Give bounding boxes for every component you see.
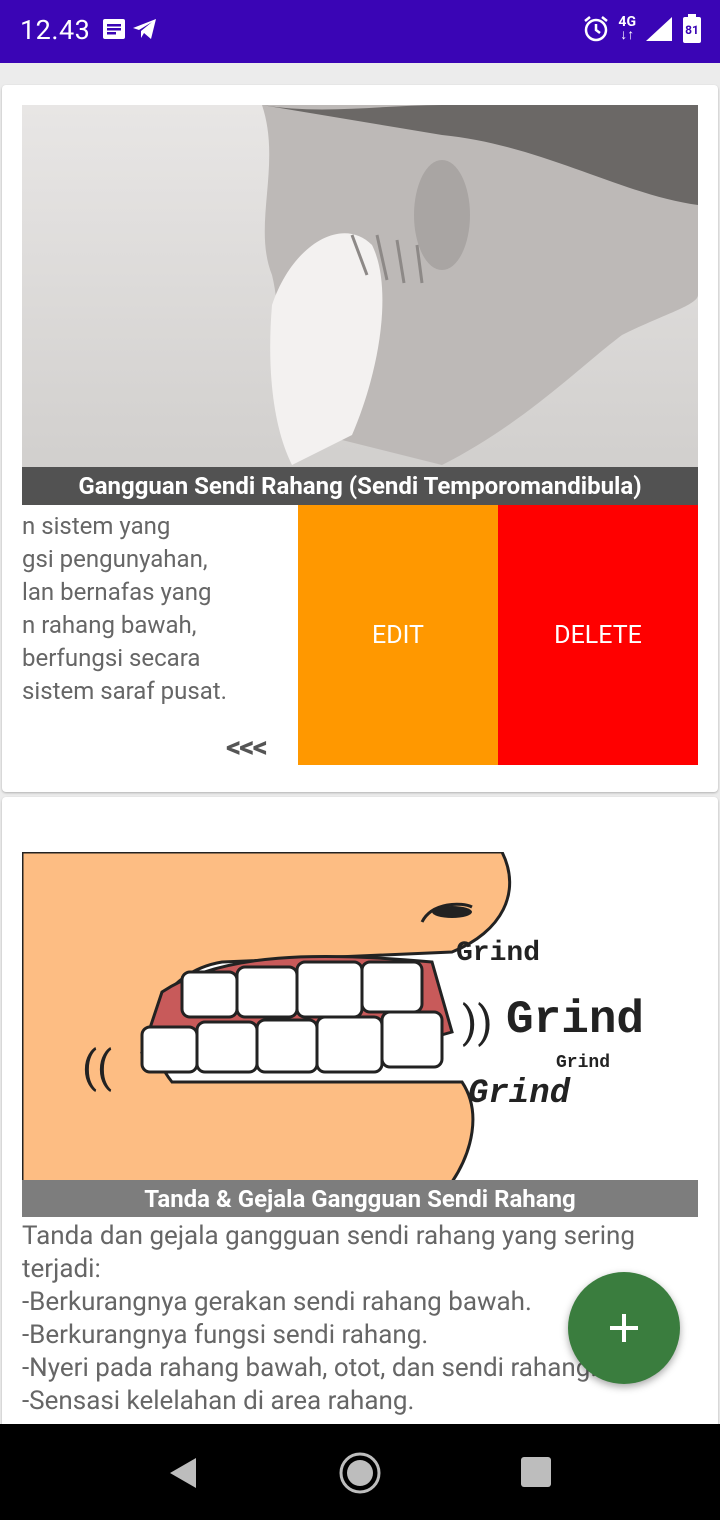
description-line: Tanda dan gejala gangguan sendi rahang y… — [22, 1221, 635, 1251]
article-title: Gangguan Sendi Rahang (Sendi Temporomand… — [22, 467, 698, 505]
description-line: lan bernafas yang — [22, 578, 212, 606]
telegram-icon — [133, 19, 156, 39]
sound-marks: (( — [82, 1041, 112, 1093]
grind-text: Grind — [556, 1053, 610, 1073]
battery-icon: 81 — [682, 14, 702, 44]
status-left-icons — [102, 18, 158, 40]
delete-button[interactable]: DELETE — [498, 505, 698, 765]
status-time: 12.43 — [20, 14, 91, 46]
article-image — [22, 105, 698, 505]
add-button[interactable] — [568, 1272, 680, 1384]
grind-text: Grind — [506, 994, 644, 1046]
edit-button[interactable]: EDIT — [298, 505, 498, 765]
grind-text: Grind — [456, 938, 540, 969]
teeth-grinding-illustration: Grind Grind Grind Grind (( )) — [20, 850, 644, 1184]
signal-icon — [646, 17, 672, 41]
status-right-icons: 4G ↓↑ 81 — [582, 14, 702, 44]
notes-icon — [103, 19, 125, 39]
plus-icon — [610, 1314, 638, 1342]
home-icon[interactable] — [338, 1451, 382, 1495]
description-line: gsi pengunyahan, — [22, 545, 208, 573]
article-image: Grind Grind Grind Grind (( )) — [20, 850, 698, 1184]
sound-marks: )) — [462, 996, 493, 1048]
article-title: Tanda & Gejala Gangguan Sendi Rahang — [22, 1180, 698, 1217]
back-icon[interactable] — [168, 1456, 198, 1490]
network-arrows-icon: 4G ↓↑ — [618, 15, 636, 43]
description-line: n sistem yang — [22, 512, 171, 540]
swipe-hint-chevrons[interactable]: <<< — [226, 730, 268, 765]
description-line: berfungsi secara — [22, 644, 201, 672]
article-description: n sistem yang gsi pengunyahan, lan berna… — [22, 510, 298, 710]
battery-level: 81 — [685, 23, 699, 37]
recents-icon[interactable] — [521, 1457, 551, 1487]
grind-text: Grind — [468, 1075, 571, 1113]
description-line: n rahang bawah, — [22, 611, 197, 639]
system-navigation-bar — [0, 1424, 720, 1520]
alarm-icon — [584, 16, 609, 42]
description-line: -Sensasi kelelahan di area rahang. — [22, 1386, 415, 1416]
jaw-pain-illustration — [262, 105, 698, 465]
network-arrows: ↓↑ — [620, 27, 635, 43]
description-line: sistem saraf pusat. — [22, 677, 227, 705]
article-card[interactable]: Gangguan Sendi Rahang (Sendi Temporomand… — [2, 85, 718, 792]
status-bar: 12.43 4G ↓↑ 81 — [0, 0, 720, 63]
